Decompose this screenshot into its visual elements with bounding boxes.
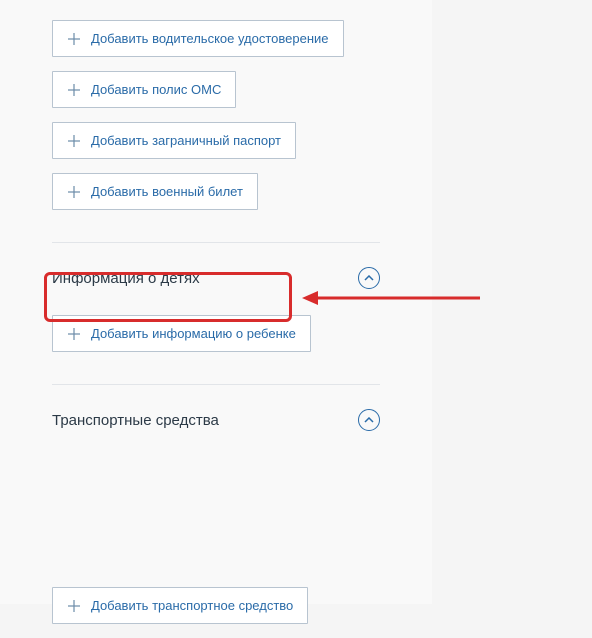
add-military-id-button[interactable]: Добавить военный билет [52, 173, 258, 210]
plus-icon [67, 32, 81, 46]
plus-icon [67, 185, 81, 199]
children-section-header: Информация о детях [52, 267, 380, 289]
button-label: Добавить информацию о ребенке [91, 326, 296, 341]
collapse-toggle-vehicles[interactable] [358, 409, 380, 431]
button-label: Добавить полис ОМС [91, 82, 221, 97]
empty-vehicles-area [52, 457, 380, 587]
collapse-toggle-children[interactable] [358, 267, 380, 289]
profile-form-section: Добавить водительское удостоверение Доба… [0, 0, 432, 604]
plus-icon [67, 134, 81, 148]
plus-icon [67, 327, 81, 341]
annotation-arrow [300, 286, 480, 315]
add-child-info-button[interactable]: Добавить информацию о ребенке [52, 315, 311, 352]
button-label: Добавить водительское удостоверение [91, 31, 329, 46]
divider [52, 242, 380, 243]
plus-icon [67, 83, 81, 97]
add-vehicle-button[interactable]: Добавить транспортное средство [52, 587, 308, 624]
add-driver-license-button[interactable]: Добавить водительское удостоверение [52, 20, 344, 57]
button-label: Добавить транспортное средство [91, 598, 293, 613]
button-label: Добавить заграничный паспорт [91, 133, 281, 148]
button-label: Добавить военный билет [91, 184, 243, 199]
divider [52, 384, 380, 385]
chevron-up-icon [364, 417, 374, 423]
add-foreign-passport-button[interactable]: Добавить заграничный паспорт [52, 122, 296, 159]
section-title: Информация о детях [52, 270, 200, 287]
section-title: Транспортные средства [52, 412, 219, 429]
plus-icon [67, 599, 81, 613]
chevron-up-icon [364, 275, 374, 281]
add-oms-policy-button[interactable]: Добавить полис ОМС [52, 71, 236, 108]
vehicles-section-header: Транспортные средства [52, 409, 380, 431]
